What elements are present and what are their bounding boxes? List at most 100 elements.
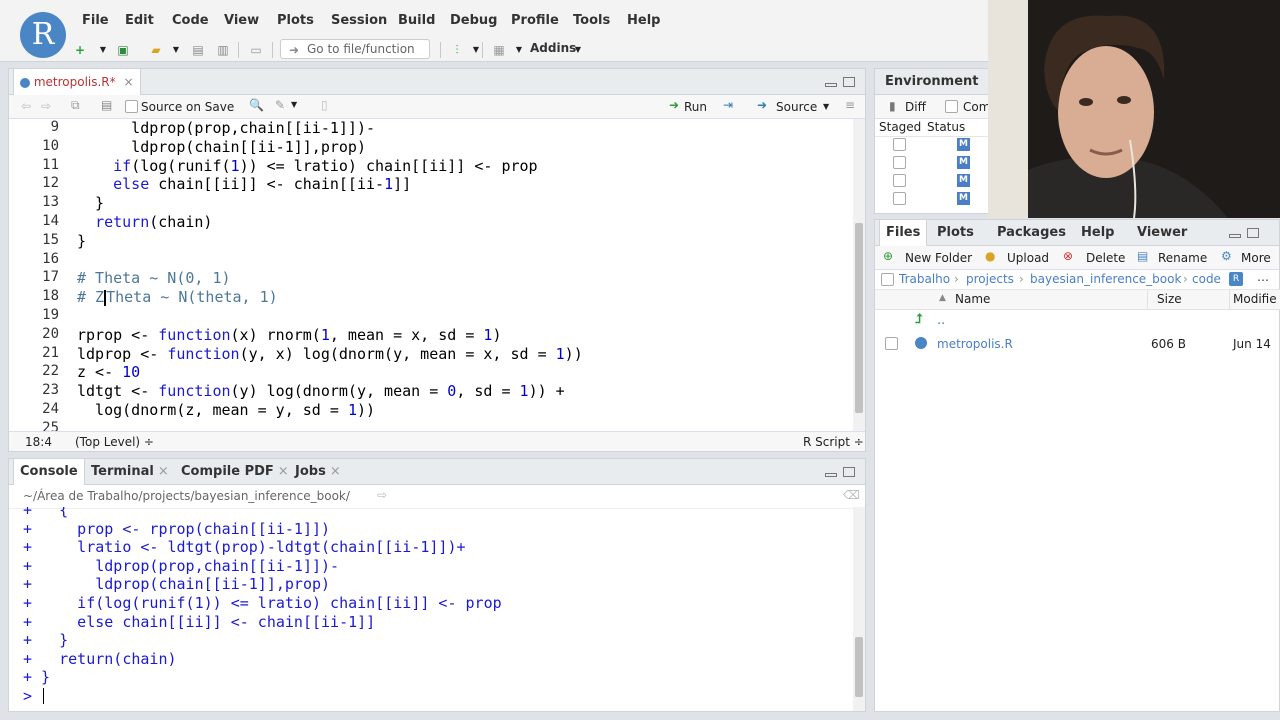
diff-button[interactable]: Diff	[905, 100, 926, 114]
menu-debug[interactable]: Debug	[450, 13, 497, 28]
staged-checkbox[interactable]	[893, 138, 906, 151]
save-icon[interactable]: ▤	[101, 98, 112, 112]
search-icon[interactable]: 🔍	[249, 98, 264, 112]
source-button[interactable]: Source	[776, 100, 817, 114]
grid-layout-icon[interactable]: ▦	[491, 42, 507, 58]
tab-metropolis[interactable]: metropolis.R* ×	[13, 69, 141, 96]
tab-help[interactable]: Help	[1075, 220, 1120, 246]
chevron-down-icon[interactable]: ▼	[95, 42, 111, 58]
tab-compile-pdf[interactable]: Compile PDF ×	[175, 459, 295, 485]
parent-dir-row[interactable]: ⮥ ..	[875, 310, 1280, 332]
code-editor[interactable]: 9 ldprop(prop,chain[[ii-1]])- 10 ldprop(c…	[9, 119, 853, 431]
rename-button[interactable]: Rename	[1158, 251, 1207, 265]
col-staged[interactable]: Staged	[879, 120, 921, 134]
code-line[interactable]: }	[77, 194, 104, 212]
code-line[interactable]: else chain[[ii]] <- chain[[ii-1]]	[77, 175, 411, 193]
tab-terminal[interactable]: Terminal ×	[85, 459, 175, 485]
tab-plots[interactable]: Plots	[931, 220, 980, 246]
delete-button[interactable]: Delete	[1086, 251, 1125, 265]
minimize-icon[interactable]	[825, 83, 837, 87]
staged-checkbox[interactable]	[893, 192, 906, 205]
code-line[interactable]: ldprop(prop,chain[[ii-1]])-	[77, 119, 375, 137]
editor-scrollbar[interactable]	[853, 119, 865, 431]
tab-viewer[interactable]: Viewer	[1131, 220, 1193, 246]
clear-console-icon[interactable]: ⌫	[843, 488, 860, 502]
chevron-down-icon[interactable]: ▼	[823, 102, 829, 111]
crumb-book[interactable]: bayesian_inference_book	[1030, 272, 1181, 286]
menu-view[interactable]: View	[224, 13, 259, 28]
save-icon[interactable]: ▤	[190, 42, 206, 58]
upload-button[interactable]: Upload	[1007, 251, 1049, 265]
crumb-trabalho[interactable]: Trabalho	[899, 272, 950, 286]
close-icon[interactable]: ×	[330, 464, 341, 479]
code-line[interactable]: if(log(runif(1)) <= lratio) chain[[ii]] …	[77, 157, 537, 175]
tab-files[interactable]: Files	[879, 220, 928, 247]
code-line[interactable]: rprop <- function(x) rnorm(1, mean = x, …	[77, 326, 501, 344]
rerun-icon[interactable]: ⇥	[723, 98, 733, 112]
close-icon[interactable]: ×	[123, 75, 133, 89]
tab-console[interactable]: Console	[13, 459, 85, 486]
new-project-icon[interactable]: ▣	[115, 42, 131, 58]
code-line[interactable]: z <- 10	[77, 363, 140, 381]
close-icon[interactable]: ×	[158, 464, 169, 479]
run-button[interactable]: Run	[684, 100, 707, 114]
tab-environment[interactable]: Environment	[879, 69, 985, 95]
compile-report-icon[interactable]: ▯	[321, 98, 328, 112]
minimize-icon[interactable]	[1229, 234, 1241, 238]
staged-checkbox[interactable]	[893, 156, 906, 169]
code-line[interactable]: # Theta ~ N(0, 1)	[77, 269, 231, 287]
chevron-down-icon[interactable]: ▼	[291, 100, 297, 109]
console-scrollbar[interactable]	[853, 507, 865, 711]
more-button[interactable]: More	[1241, 251, 1271, 265]
col-size[interactable]: Size	[1157, 292, 1182, 306]
print-icon[interactable]: ▭	[248, 42, 264, 58]
console-scroll-thumb[interactable]	[855, 637, 863, 697]
menu-session[interactable]: Session	[331, 13, 387, 28]
home-icon[interactable]	[881, 273, 894, 286]
code-line[interactable]: ldprop(chain[[ii-1]],prop)	[77, 138, 366, 156]
menu-edit[interactable]: Edit	[125, 13, 154, 28]
parent-dir-link[interactable]: ..	[937, 313, 945, 328]
minimize-icon[interactable]	[825, 473, 837, 477]
menu-plots[interactable]: Plots	[277, 13, 314, 28]
vcs-icon[interactable]: ⫶	[449, 42, 465, 58]
goto-dir-icon[interactable]: ⇨	[377, 488, 387, 502]
menu-build[interactable]: Build	[398, 13, 435, 28]
menu-tools[interactable]: Tools	[573, 13, 610, 28]
wand-icon[interactable]: ✎	[275, 98, 285, 112]
open-folder-icon[interactable]: ▰	[148, 42, 164, 58]
menu-file[interactable]: File	[82, 13, 109, 28]
file-type-selector[interactable]: R Script ÷	[803, 435, 864, 449]
back-arrow-icon[interactable]: ⇦	[21, 99, 31, 113]
maximize-icon[interactable]	[1247, 228, 1259, 238]
staged-checkbox[interactable]	[893, 174, 906, 187]
working-dir[interactable]: ~/Área de Trabalho/projects/bayesian_inf…	[23, 489, 350, 503]
chevron-down-icon[interactable]: ▼	[570, 42, 586, 58]
maximize-icon[interactable]	[843, 77, 855, 87]
code-line[interactable]: log(dnorm(z, mean = y, sd = 1))	[77, 401, 375, 419]
code-line[interactable]: return(chain)	[77, 213, 212, 231]
crumb-projects[interactable]: projects	[966, 272, 1014, 286]
col-modified[interactable]: Modifie	[1233, 292, 1277, 306]
file-row[interactable]: metropolis.R 606 B Jun 14	[875, 334, 1280, 356]
col-status[interactable]: Status	[927, 120, 965, 134]
show-in-window-icon[interactable]: ⧉	[71, 98, 80, 113]
tab-packages[interactable]: Packages	[991, 220, 1072, 246]
code-line[interactable]: ldtgt <- function(y) log(dnorm(y, mean =…	[77, 382, 565, 400]
close-icon[interactable]: ×	[278, 464, 289, 479]
code-line[interactable]: ldprop <- function(y, x) log(dnorm(y, me…	[77, 345, 583, 363]
code-line[interactable]: # Z Theta ~ N(theta, 1)	[77, 288, 278, 306]
maximize-icon[interactable]	[843, 467, 855, 477]
forward-arrow-icon[interactable]: ⇨	[41, 99, 51, 113]
new-file-icon[interactable]: +	[72, 42, 88, 58]
scope-selector[interactable]: (Top Level) ÷	[75, 435, 154, 449]
save-all-icon[interactable]: ▥	[215, 42, 231, 58]
menu-help[interactable]: Help	[627, 13, 660, 28]
more-dots-icon[interactable]: …	[1257, 270, 1269, 284]
console-output[interactable]: + {+ prop <- rprop(chain[[ii-1]]) + lrati…	[9, 507, 853, 711]
tab-jobs[interactable]: Jobs ×	[289, 459, 347, 485]
file-name-link[interactable]: metropolis.R	[937, 337, 1013, 351]
menu-profile[interactable]: Profile	[511, 13, 559, 28]
chevron-down-icon[interactable]: ▼	[168, 42, 184, 58]
commit-button[interactable]: Com	[963, 100, 990, 114]
